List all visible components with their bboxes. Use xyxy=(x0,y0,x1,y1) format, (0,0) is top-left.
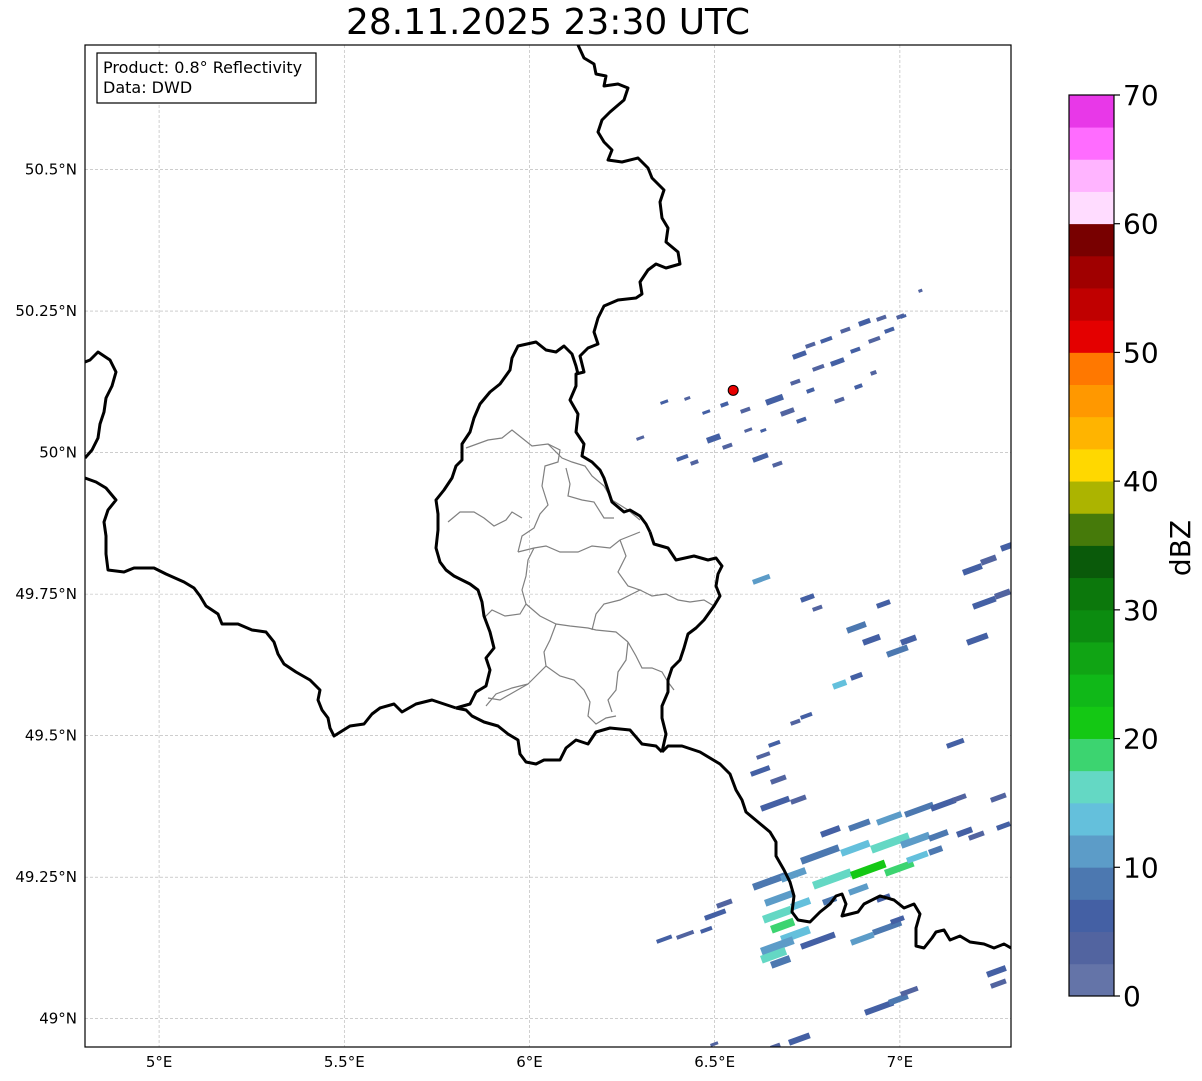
colorbar-tick-label: 40 xyxy=(1123,465,1159,498)
latitude-tick-label: 50.5°N xyxy=(25,161,77,179)
colorbar-cells xyxy=(1069,95,1114,997)
colorbar-cell xyxy=(1069,609,1114,643)
colorbar-cell xyxy=(1069,738,1114,772)
colorbar-cell xyxy=(1069,159,1114,192)
colorbar-cell xyxy=(1069,255,1114,289)
colorbar-tick-label: 30 xyxy=(1123,594,1159,627)
colorbar-cell xyxy=(1069,545,1114,579)
radar-site-marker xyxy=(727,384,739,396)
info-box-product: Product: 0.8° Reflectivity xyxy=(103,58,302,77)
colorbar-cell xyxy=(1069,867,1114,900)
colorbar-cell xyxy=(1069,577,1114,611)
latitude-tick-label: 50.25°N xyxy=(15,302,77,320)
colorbar-cell xyxy=(1069,448,1114,482)
longitude-tick-label: 5°E xyxy=(146,1053,173,1071)
latitude-tick-label: 49°N xyxy=(39,1010,77,1028)
colorbar-tick-label: 20 xyxy=(1123,723,1159,756)
radar-figure: Product: 0.8° Reflectivity Data: DWD 5°E… xyxy=(15,44,1197,1071)
colorbar-cell xyxy=(1069,416,1114,450)
colorbar-cell xyxy=(1069,770,1114,804)
longitude-tick-label: 6°E xyxy=(516,1053,543,1071)
colorbar-tick-label: 60 xyxy=(1123,208,1159,241)
colorbar-cell xyxy=(1069,642,1114,675)
latitude-tick-label: 50°N xyxy=(39,444,77,462)
colorbar-tick-label: 50 xyxy=(1123,336,1159,369)
colorbar-cell xyxy=(1069,127,1114,160)
colorbar-cell xyxy=(1069,481,1114,514)
colorbar-cell xyxy=(1069,513,1114,546)
latitude-tick-label: 49.75°N xyxy=(15,585,77,603)
latitude-tick-label: 49.25°N xyxy=(15,868,77,886)
longitude-ticks: 5°E 5.5°E 6°E 6.5°E 7°E xyxy=(146,1053,913,1071)
info-box: Product: 0.8° Reflectivity Data: DWD xyxy=(96,52,317,104)
colorbar: 0 10 20 30 40 50 60 70 dBZ xyxy=(1068,79,1197,1013)
colorbar-cell xyxy=(1069,384,1114,418)
colorbar-cell xyxy=(1069,95,1114,128)
colorbar-ticks: 0 10 20 30 40 50 60 70 xyxy=(1114,79,1159,1013)
colorbar-tick-label: 70 xyxy=(1123,79,1159,112)
colorbar-cell xyxy=(1069,191,1114,225)
map-panel: Product: 0.8° Reflectivity Data: DWD 5°E… xyxy=(15,44,1012,1071)
colorbar-cell xyxy=(1069,223,1114,257)
latitude-tick-label: 49.5°N xyxy=(25,727,77,745)
info-box-source: Data: DWD xyxy=(103,78,192,97)
longitude-tick-label: 6.5°E xyxy=(694,1053,735,1071)
longitude-tick-label: 7°E xyxy=(887,1053,914,1071)
map-background xyxy=(85,45,1011,1047)
colorbar-cell xyxy=(1069,963,1114,997)
longitude-tick-label: 5.5°E xyxy=(324,1053,365,1071)
colorbar-cell xyxy=(1069,320,1114,353)
colorbar-tick-label: 0 xyxy=(1123,980,1141,1013)
colorbar-cell xyxy=(1069,931,1114,965)
colorbar-cell xyxy=(1069,674,1114,707)
colorbar-label: dBZ xyxy=(1164,520,1197,576)
colorbar-tick-label: 10 xyxy=(1123,851,1159,884)
colorbar-cell xyxy=(1069,706,1114,739)
colorbar-cell xyxy=(1069,899,1114,933)
latitude-ticks: 49°N 49.25°N 49.5°N 49.75°N 50°N 50.25°N 50.5°… xyxy=(15,161,77,1028)
colorbar-cell xyxy=(1069,835,1114,868)
colorbar-cell xyxy=(1069,288,1114,321)
colorbar-cell xyxy=(1069,802,1114,836)
colorbar-cell xyxy=(1069,352,1114,386)
